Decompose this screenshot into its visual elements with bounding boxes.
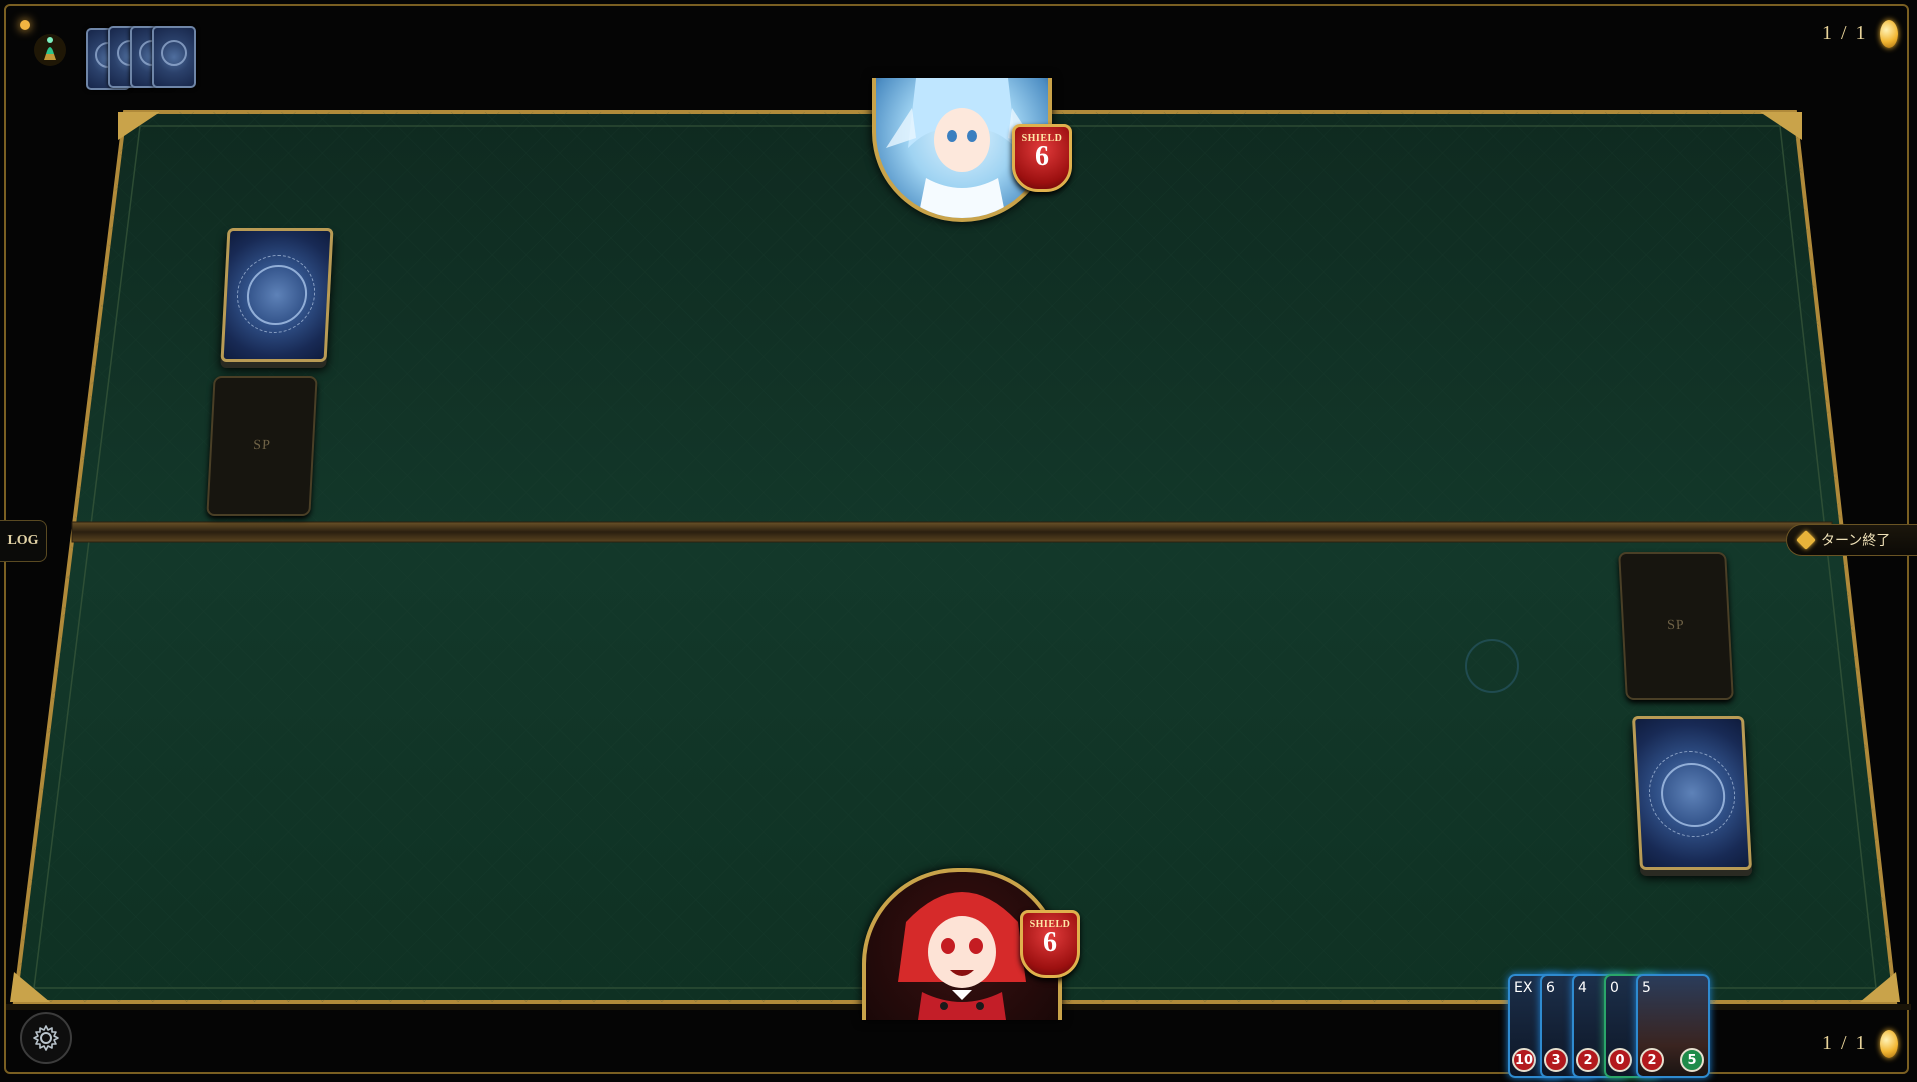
card-stat: 3 bbox=[1544, 1048, 1568, 1072]
card-cost: 0 bbox=[1610, 980, 1619, 996]
end-turn-button[interactable]: ターン終了 bbox=[1786, 524, 1917, 556]
player-deck[interactable] bbox=[1631, 716, 1753, 870]
card-stat: 0 bbox=[1608, 1048, 1632, 1072]
end-turn-label: ターン終了 bbox=[1821, 533, 1891, 549]
log-label: LOG bbox=[7, 533, 39, 548]
lamp-icon bbox=[28, 26, 72, 70]
card-stat: 2 bbox=[1576, 1048, 1600, 1072]
opponent-hand-card bbox=[152, 26, 196, 88]
card-cost: 4 bbox=[1578, 980, 1587, 996]
opponent-mana-counter: 1 / 1 bbox=[1822, 22, 1868, 44]
sp-label: SP bbox=[1666, 618, 1686, 633]
hand-card[interactable]: 5 2 5 bbox=[1636, 974, 1710, 1078]
player-shield-badge: SHIELD 6 bbox=[1020, 910, 1080, 978]
opponent-sp-zone[interactable]: SP bbox=[206, 376, 318, 516]
mana-coin-icon bbox=[1880, 20, 1898, 48]
player-sp-zone[interactable]: SP bbox=[1618, 552, 1734, 700]
log-button[interactable]: LOG bbox=[0, 520, 47, 562]
settings-button[interactable] bbox=[20, 1012, 72, 1064]
player-mana-counter: 1 / 1 bbox=[1822, 1032, 1868, 1054]
opponent-shield-badge: SHIELD 6 bbox=[1012, 124, 1072, 192]
gear-icon bbox=[33, 1025, 59, 1051]
shield-value: 6 bbox=[1035, 141, 1049, 172]
mana-coin-icon bbox=[1880, 1030, 1898, 1058]
center-rail bbox=[71, 521, 1833, 543]
sp-label: SP bbox=[252, 438, 272, 453]
gem-icon bbox=[1796, 530, 1816, 550]
card-cost: 5 bbox=[1642, 980, 1651, 996]
card-stat: 2 bbox=[1640, 1048, 1664, 1072]
card-stat: 10 bbox=[1512, 1048, 1536, 1072]
card-cost: EX bbox=[1514, 980, 1533, 996]
card-stat: 5 bbox=[1680, 1048, 1704, 1072]
card-cost: 6 bbox=[1546, 980, 1555, 996]
shield-value: 6 bbox=[1043, 927, 1057, 958]
opponent-deck[interactable] bbox=[220, 228, 334, 362]
